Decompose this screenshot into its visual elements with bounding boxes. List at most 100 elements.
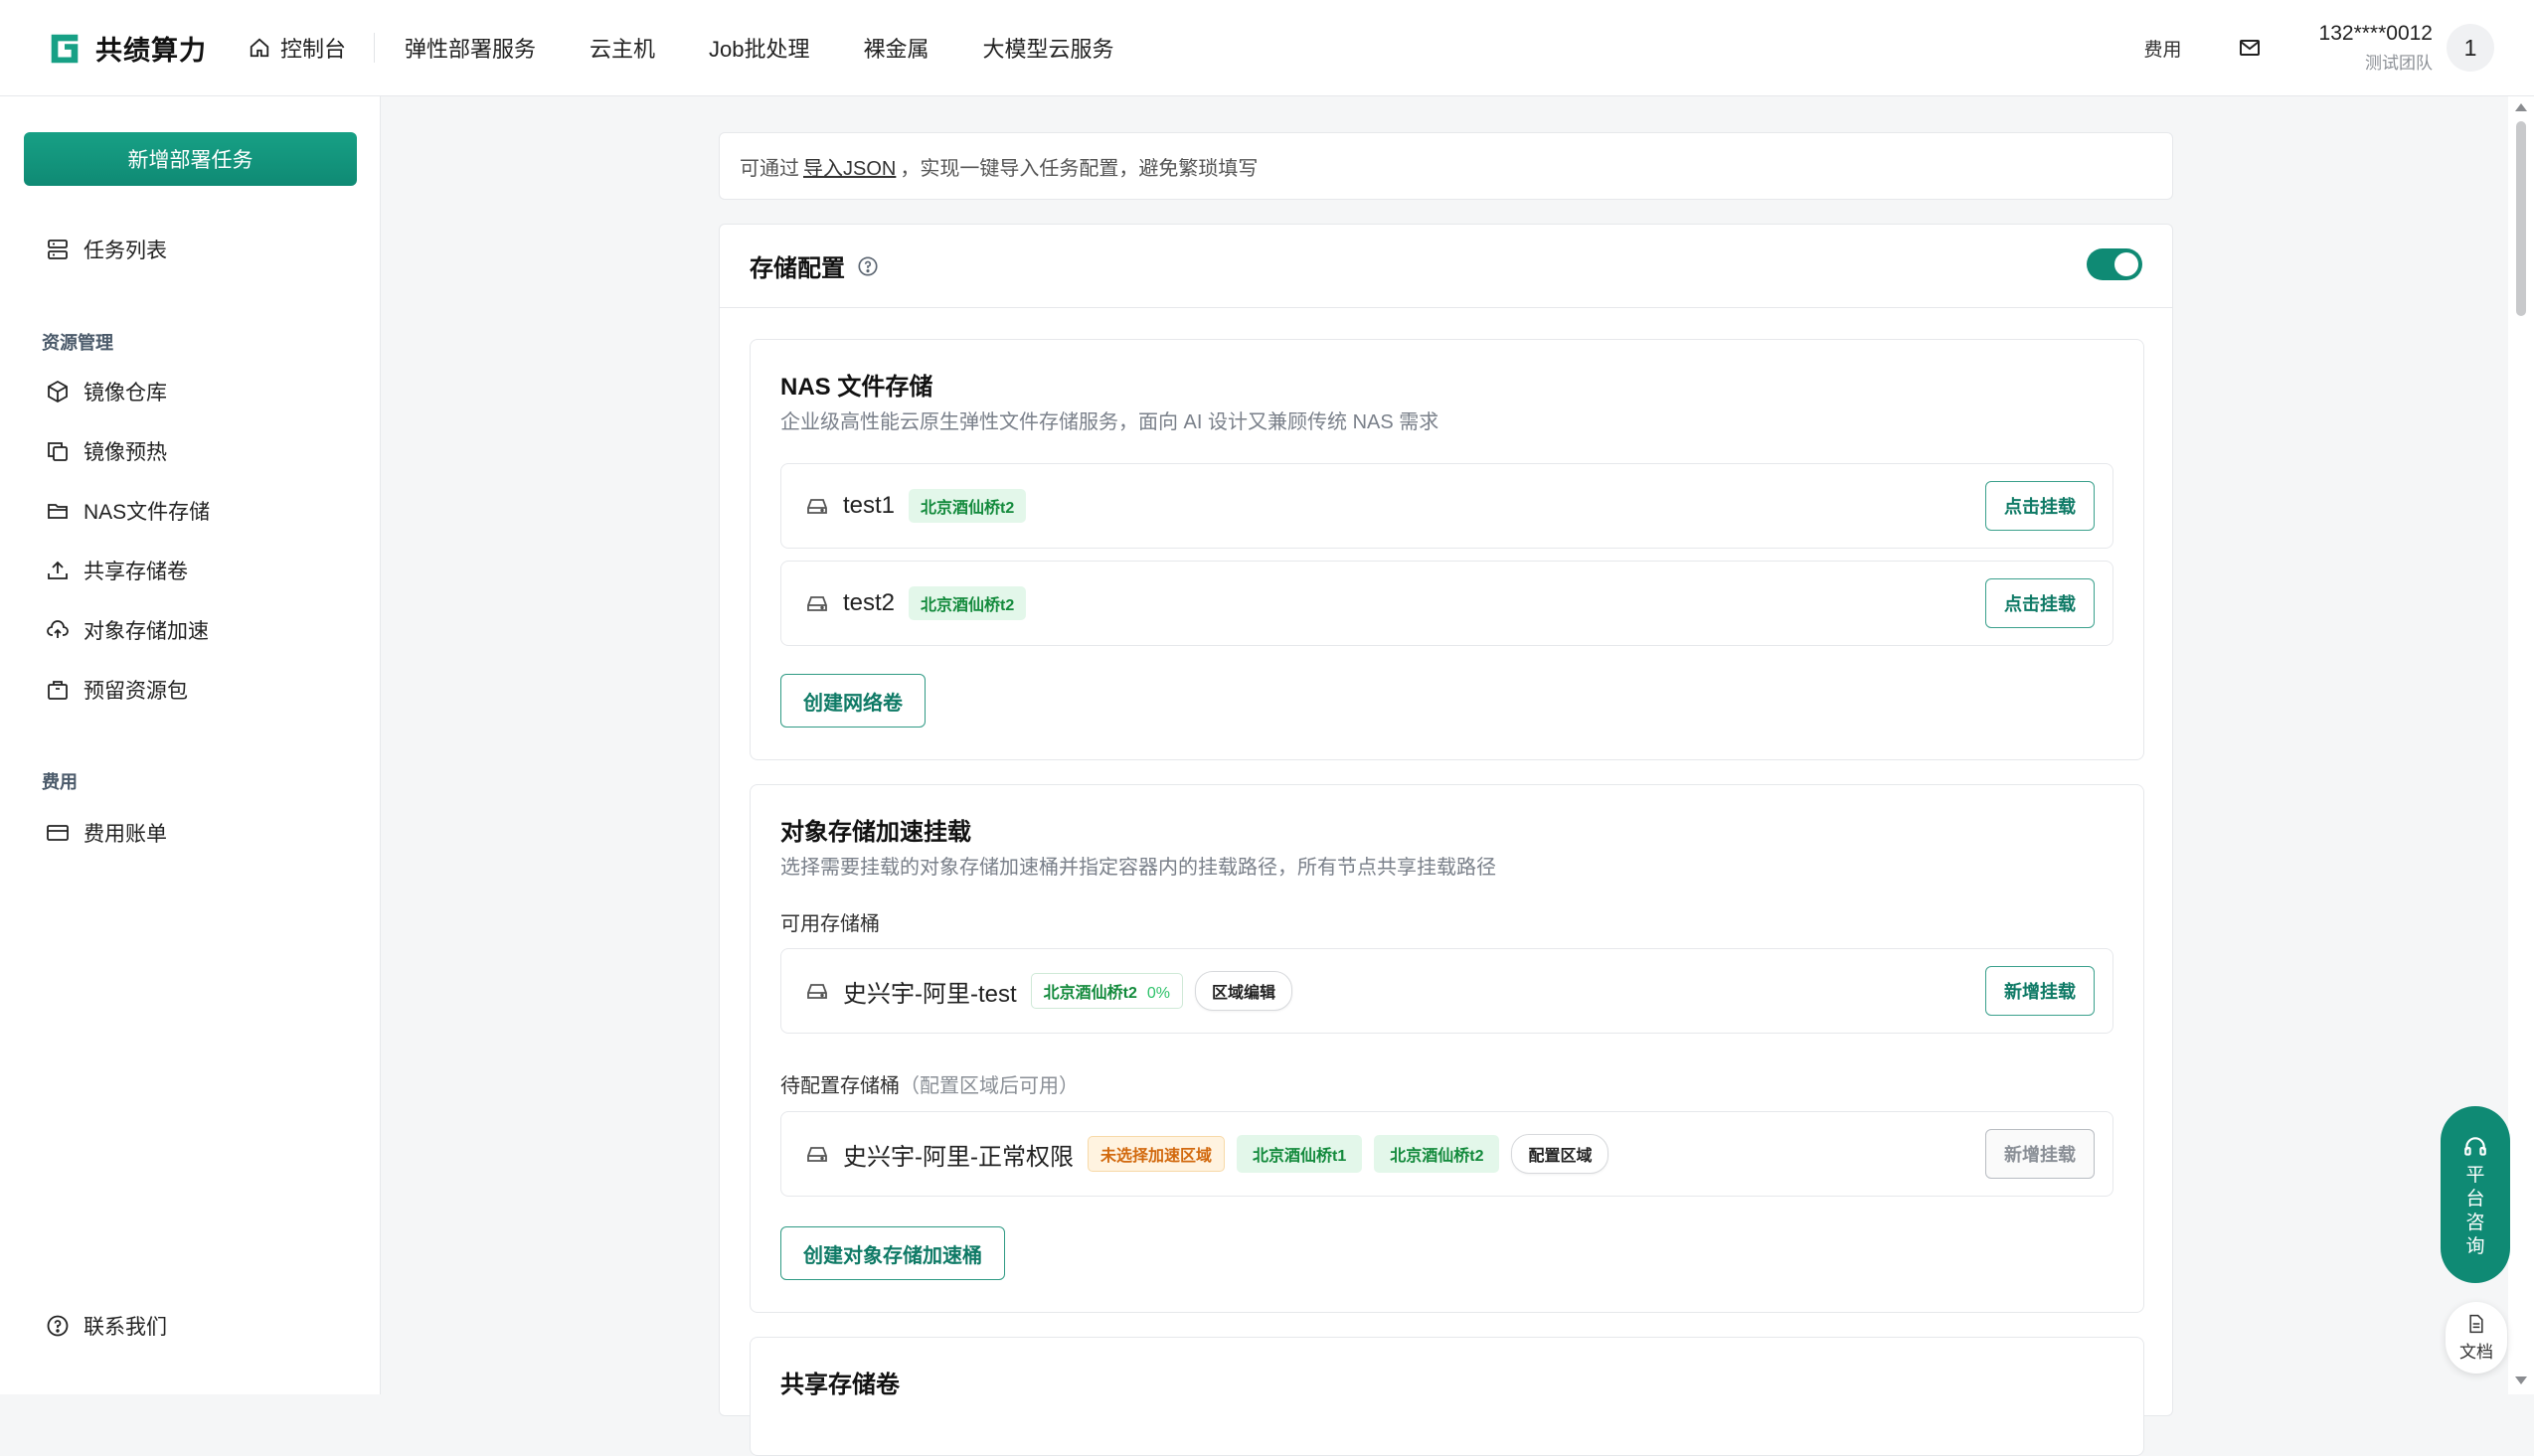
nas-row: test2 北京酒仙桥t2 点击挂载 <box>780 561 2113 646</box>
storage-config-header: 存储配置 <box>720 225 2172 308</box>
region-badge: 北京酒仙桥t2 0% <box>1030 973 1184 1009</box>
help-circle-icon <box>47 1315 69 1337</box>
consult-char: 询 <box>2465 1236 2485 1257</box>
copy-icon <box>48 442 68 461</box>
import-prefix: 可通过 <box>740 157 799 180</box>
config-region-button[interactable]: 配置区域 <box>1511 1134 1609 1174</box>
import-suffix: ，实现一键导入任务配置，避免繁琐填写 <box>900 157 1259 180</box>
consult-char: 平 <box>2465 1165 2485 1186</box>
folder-icon <box>48 504 68 519</box>
user-phone: 132****0012 <box>2318 22 2433 45</box>
available-bucket-label: 可用存储桶 <box>780 913 880 935</box>
nav-cloud-host[interactable]: 云主机 <box>590 32 655 64</box>
nas-volume-name: test1 <box>843 492 896 519</box>
available-bucket-row: 史兴宇-阿里-test 北京酒仙桥t2 0% 区域编辑 新增挂载 <box>780 948 2113 1034</box>
region-name: 北京酒仙桥t2 <box>1043 985 1137 1002</box>
new-deploy-task-button[interactable]: 新增部署任务 <box>24 132 357 186</box>
sidebar-item-label: 镜像仓库 <box>84 382 167 404</box>
credit-card-icon <box>47 825 69 841</box>
add-mount-button-disabled[interactable]: 新增挂载 <box>1985 1129 2095 1179</box>
header-fee-link[interactable]: 费用 <box>2144 35 2182 62</box>
bucket-name: 史兴宇-阿里-test <box>843 980 1017 1008</box>
header-right: 费用 132****0012 测试团队 1 <box>2144 22 2494 74</box>
scroll-down-arrow-icon[interactable] <box>2515 1376 2527 1384</box>
nav-console[interactable]: 控制台 <box>249 33 376 63</box>
region-badge: 北京酒仙桥t2 <box>909 489 1027 523</box>
create-oss-bucket-button[interactable]: 创建对象存储加速桶 <box>780 1226 1005 1280</box>
cube-icon <box>48 380 68 404</box>
sidebar-item-label: 费用账单 <box>84 823 167 846</box>
mail-icon[interactable] <box>2238 36 2262 60</box>
nav-job-batch[interactable]: Job批处理 <box>709 32 809 64</box>
create-network-volume-button[interactable]: 创建网络卷 <box>780 674 926 728</box>
scroll-thumb[interactable] <box>2516 121 2526 316</box>
headset-icon <box>2464 1137 2486 1156</box>
sidebar-item-label: 对象存储加速 <box>84 620 209 643</box>
sidebar-item-contact[interactable]: 联系我们 <box>46 1311 167 1341</box>
hard-drive-icon <box>807 499 827 514</box>
top-header: 共绩算力 控制台 弹性部署服务 云主机 Job批处理 裸金属 大模型云服务 费用… <box>0 0 2534 96</box>
main-content: 可通过 导入JSON ，实现一键导入任务配置，避免繁琐填写 存储配置 NAS 文… <box>381 96 2508 1456</box>
nav-bare-metal[interactable]: 裸金属 <box>864 32 929 64</box>
sidebar-item-label: 共享存储卷 <box>84 561 188 583</box>
home-icon <box>250 38 269 58</box>
sidebar-item-nas[interactable]: NAS文件存储 <box>46 496 210 526</box>
add-mount-button[interactable]: 新增挂载 <box>1985 966 2095 1016</box>
nas-volume-name: test2 <box>843 589 896 616</box>
user-team: 测试团队 <box>2365 54 2433 73</box>
nas-section: NAS 文件存储 企业级高性能云原生弹性文件存储服务，面向 AI 设计又兼顾传统… <box>750 339 2144 760</box>
mount-button[interactable]: 点击挂载 <box>1985 481 2095 531</box>
nav-elastic-deploy[interactable]: 弹性部署服务 <box>405 32 536 64</box>
brand-logo[interactable]: 共绩算力 <box>46 29 207 68</box>
pending-label-text: 待配置存储桶 <box>780 1075 900 1097</box>
region-badge: 北京酒仙桥t2 <box>909 586 1027 620</box>
import-json-link[interactable]: 导入JSON <box>803 152 896 181</box>
consult-char: 咨 <box>2465 1213 2485 1233</box>
sidebar-item-image-preheat[interactable]: 镜像预热 <box>46 436 167 466</box>
hard-drive-icon <box>807 596 827 611</box>
region-badge: 北京酒仙桥t1 <box>1237 1135 1363 1173</box>
nav-console-label: 控制台 <box>280 37 347 62</box>
region-badge: 北京酒仙桥t2 <box>1374 1135 1500 1173</box>
shared-volume-section: 共享存储卷 <box>750 1337 2144 1456</box>
brand-mark-icon <box>51 34 79 64</box>
user-info[interactable]: 132****0012 测试团队 <box>2319 22 2433 74</box>
sidebar-group-fee: 费用 <box>42 772 78 792</box>
storage-config-card: 存储配置 NAS 文件存储 企业级高性能云原生弹性文件存储服务，面向 AI 设计… <box>719 224 2173 1456</box>
main-nav: 控制台 弹性部署服务 云主机 Job批处理 裸金属 大模型云服务 <box>249 0 1114 95</box>
storage-config-toggle[interactable] <box>2087 248 2142 280</box>
sidebar-item-label: 任务列表 <box>84 240 167 262</box>
hard-drive-icon <box>807 984 827 999</box>
sidebar-item-label: 联系我们 <box>84 1316 167 1339</box>
sidebar-item-label: 镜像预热 <box>84 441 167 464</box>
oss-title: 对象存储加速挂载 <box>780 819 971 846</box>
scroll-up-arrow-icon[interactable] <box>2515 103 2527 111</box>
no-region-badge: 未选择加速区域 <box>1087 1136 1225 1172</box>
sidebar-item-image-repo[interactable]: 镜像仓库 <box>46 377 167 406</box>
docs-button[interactable]: 文档 <box>2446 1302 2507 1374</box>
brand-name: 共绩算力 <box>95 35 207 66</box>
avatar[interactable]: 1 <box>2447 24 2494 72</box>
region-edit-button[interactable]: 区域编辑 <box>1195 971 1293 1011</box>
mount-button[interactable]: 点击挂载 <box>1985 578 2095 628</box>
nav-llm-cloud[interactable]: 大模型云服务 <box>983 32 1114 64</box>
oss-accel-section: 对象存储加速挂载 选择需要挂载的对象存储加速桶并指定容器内的挂载路径，所有节点共… <box>750 784 2144 1313</box>
pending-bucket-row: 史兴宇-阿里-正常权限 未选择加速区域 北京酒仙桥t1 北京酒仙桥t2 配置区域… <box>780 1111 2113 1197</box>
sidebar-item-bill[interactable]: 费用账单 <box>46 818 167 848</box>
package-icon <box>48 681 68 700</box>
sidebar-item-oss-accel[interactable]: 对象存储加速 <box>46 615 209 645</box>
sidebar-item-shared-volume[interactable]: 共享存储卷 <box>46 556 188 585</box>
platform-consult-button[interactable]: 平 台 咨 询 <box>2441 1106 2510 1283</box>
sidebar-item-reserved[interactable]: 预留资源包 <box>46 675 188 705</box>
document-icon <box>2469 1314 2483 1333</box>
nas-desc: 企业级高性能云原生弹性文件存储服务，面向 AI 设计又兼顾传统 NAS 需求 <box>780 411 1439 433</box>
help-icon[interactable] <box>857 255 879 277</box>
hard-drive-icon <box>807 1147 827 1162</box>
bucket-name: 史兴宇-阿里-正常权限 <box>843 1143 1074 1171</box>
storage-config-title: 存储配置 <box>750 255 845 282</box>
nas-row: test1 北京酒仙桥t2 点击挂载 <box>780 463 2113 549</box>
cloud-upload-icon <box>47 620 69 638</box>
upload-icon <box>48 561 68 579</box>
pending-bucket-label: 待配置存储桶（配置区域后可用） <box>780 1069 1079 1098</box>
sidebar-item-task-list[interactable]: 任务列表 <box>46 235 167 264</box>
